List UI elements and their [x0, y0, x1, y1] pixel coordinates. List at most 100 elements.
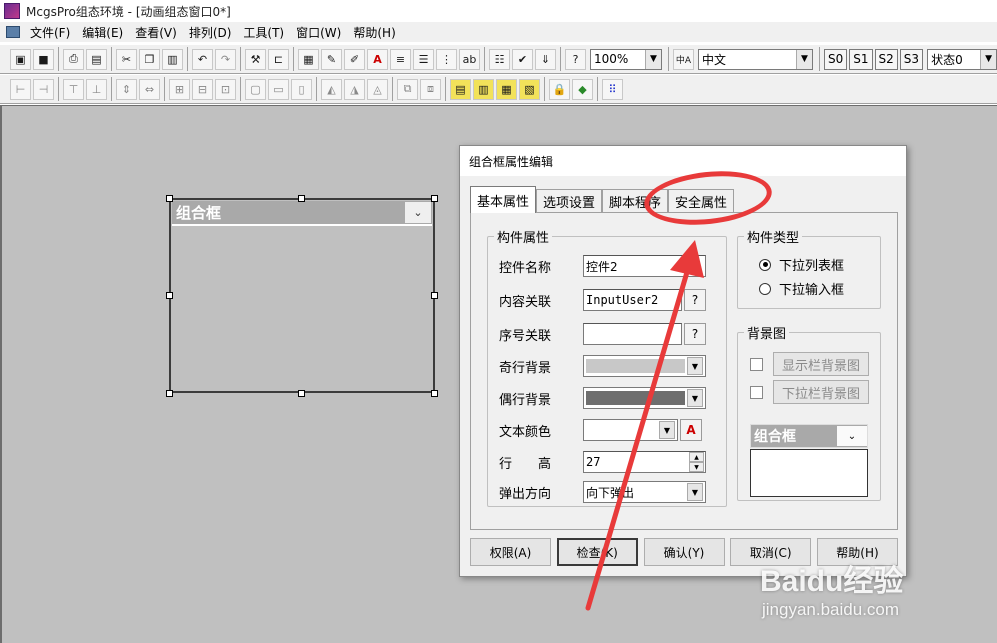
menu-window[interactable]: 窗口(W)	[292, 24, 349, 41]
backward-icon[interactable]: ▧	[519, 78, 540, 100]
check-icon[interactable]: ✔	[512, 48, 533, 70]
canvas-combo-box[interactable]: 组合框 ⌄	[169, 198, 435, 393]
state-select[interactable]: 状态0 ▼	[927, 48, 997, 70]
index-input[interactable]	[583, 323, 682, 345]
distribute-v-icon[interactable]: ⇕	[116, 78, 137, 100]
show-bar-bg-button[interactable]: 显示栏背景图	[773, 352, 870, 376]
align-top-icon[interactable]: ⊤	[63, 78, 84, 100]
center-icon[interactable]: ⊞	[169, 78, 190, 100]
redo-icon[interactable]: ↷	[215, 48, 236, 70]
center-h-icon[interactable]: ⊡	[215, 78, 236, 100]
zoom-select[interactable]: 100% ▼	[590, 48, 662, 70]
spin-down-icon[interactable]: ▼	[689, 462, 704, 472]
bring-front-icon[interactable]: ▤	[450, 78, 471, 100]
check-button[interactable]: 检查(K)	[556, 538, 638, 566]
permission-button[interactable]: 权限(A)	[470, 538, 551, 566]
menu-file[interactable]: 文件(F)	[26, 24, 78, 41]
menu-tools[interactable]: 工具(T)	[239, 24, 292, 41]
odd-bg-color-select[interactable]: ▼	[583, 355, 706, 377]
resize-handle[interactable]	[166, 292, 173, 299]
distribute-h-icon[interactable]: ⇔	[139, 78, 160, 100]
row-height-input[interactable]: 27	[583, 451, 706, 473]
align-bottom-icon[interactable]: ⊥	[86, 78, 107, 100]
font-button[interactable]: A	[680, 419, 702, 441]
flip-h-icon[interactable]: ◭	[321, 78, 342, 100]
pen-color-icon[interactable]: ✐	[344, 48, 365, 70]
even-bg-color-select[interactable]: ▼	[583, 387, 706, 409]
resize-handle[interactable]	[166, 195, 173, 202]
resize-handle[interactable]	[431, 195, 438, 202]
cut-icon[interactable]: ✂	[116, 48, 137, 70]
popup-dir-select[interactable]: 向下弹出 ▼	[583, 481, 706, 503]
name-input[interactable]: 控件2	[583, 255, 706, 277]
print-preview-icon[interactable]: ▤	[86, 48, 107, 70]
flip-v-icon[interactable]: ◮	[344, 78, 365, 100]
align-left-icon[interactable]: ⊢	[10, 78, 31, 100]
resize-handle[interactable]	[298, 195, 305, 202]
line-width-icon[interactable]: ☰	[413, 48, 434, 70]
content-input[interactable]: InputUser2	[583, 289, 682, 311]
name-label: 控件名称	[499, 260, 552, 276]
dashed-line-icon[interactable]: ⋮	[436, 48, 457, 70]
align-grid-icon[interactable]: ⊏	[268, 48, 289, 70]
center-v-icon[interactable]: ⊟	[192, 78, 213, 100]
system-menu-icon[interactable]	[6, 26, 20, 38]
state-s1-button[interactable]: S1	[849, 48, 873, 70]
export-icon[interactable]: ⇓	[535, 48, 556, 70]
menu-arrange[interactable]: 排列(D)	[185, 24, 240, 41]
radio-dropdown-input[interactable]: 下拉输入框	[759, 279, 844, 298]
help-icon[interactable]: ?	[565, 48, 586, 70]
resize-handle[interactable]	[431, 292, 438, 299]
menu-edit[interactable]: 编辑(E)	[78, 24, 131, 41]
fill-icon[interactable]: ◆	[572, 78, 593, 100]
text-color-select[interactable]: ▼	[583, 419, 678, 441]
index-browse-button[interactable]: ?	[684, 323, 706, 345]
open-window-icon[interactable]: ▣	[10, 48, 31, 70]
same-height-icon[interactable]: ▭	[268, 78, 289, 100]
text-color-icon[interactable]: A	[367, 48, 388, 70]
language-select[interactable]: 中文 ▼	[698, 48, 813, 70]
align-toolbar: ⊢ ⊣ ⊤ ⊥ ⇕ ⇔ ⊞ ⊟ ⊡ ▢ ▭ ▯ ◭ ◮ ◬ ⧉ ⧈ ▤ ▥ ▦ …	[0, 74, 997, 104]
lock-icon[interactable]: 🔒	[549, 78, 570, 100]
state-s0-button[interactable]: S0	[824, 48, 848, 70]
print-icon[interactable]: ⎙	[63, 48, 84, 70]
ungroup-icon[interactable]: ⧈	[420, 78, 441, 100]
align-right-icon[interactable]: ⊣	[33, 78, 54, 100]
properties-icon[interactable]: ☷	[489, 48, 510, 70]
paste-icon[interactable]: ▥	[162, 48, 183, 70]
symbol-icon[interactable]: ab	[459, 48, 480, 70]
resize-handle[interactable]	[298, 390, 305, 397]
dropdown-bg-checkbox[interactable]	[750, 385, 763, 399]
radio-dropdown-list[interactable]: 下拉列表框	[759, 255, 844, 274]
row-height-spinner[interactable]: ▲ ▼	[689, 452, 704, 472]
resize-handle[interactable]	[166, 390, 173, 397]
save-icon[interactable]: ■	[33, 48, 54, 70]
undo-icon[interactable]: ↶	[192, 48, 213, 70]
menu-help[interactable]: 帮助(H)	[349, 24, 403, 41]
language-icon[interactable]: 中A	[673, 48, 694, 70]
menu-view[interactable]: 查看(V)	[131, 24, 185, 41]
show-bar-bg-checkbox[interactable]	[750, 357, 763, 371]
line-style-icon[interactable]: ≡	[390, 48, 411, 70]
rotate-icon[interactable]: ◬	[367, 78, 388, 100]
toolbox-icon[interactable]: ⚒	[245, 48, 266, 70]
tab-basic[interactable]: 基本属性	[470, 186, 537, 213]
palette-icon[interactable]: ▦	[298, 48, 319, 70]
content-browse-button[interactable]: ?	[684, 289, 706, 311]
spin-up-icon[interactable]: ▲	[689, 452, 704, 462]
state-s2-button[interactable]: S2	[874, 48, 898, 70]
tab-options[interactable]: 选项设置	[536, 189, 603, 213]
group-icon[interactable]: ⧉	[397, 78, 418, 100]
forward-icon[interactable]: ▦	[496, 78, 517, 100]
state-s3-button[interactable]: S3	[899, 48, 924, 70]
same-size-icon[interactable]: ▢	[245, 78, 266, 100]
dropdown-bg-button[interactable]: 下拉栏背景图	[773, 380, 870, 404]
grid-icon[interactable]: ⠿	[602, 78, 623, 100]
text-color-glyph: A	[373, 52, 382, 66]
same-width-icon[interactable]: ▯	[291, 78, 312, 100]
copy-icon[interactable]: ❐	[139, 48, 160, 70]
resize-handle[interactable]	[431, 390, 438, 397]
send-back-icon[interactable]: ▥	[473, 78, 494, 100]
ok-button[interactable]: 确认(Y)	[643, 538, 725, 566]
brush-icon[interactable]: ✎	[321, 48, 342, 70]
